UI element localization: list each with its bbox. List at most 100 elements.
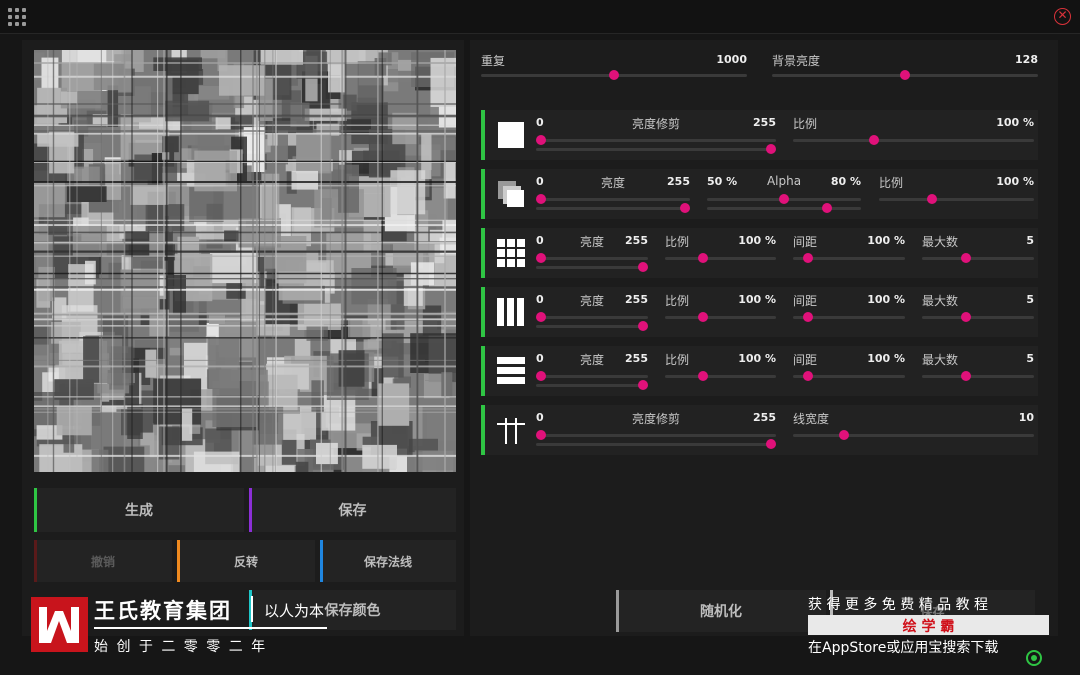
randomize-button[interactable]: 随机化 (616, 590, 826, 632)
range-slider-low-thumb[interactable] (536, 135, 546, 145)
range-slider-track-high[interactable] (536, 148, 776, 151)
slider-max-value: 255 (625, 293, 648, 306)
save-normal-button[interactable]: 保存法线 (320, 540, 456, 582)
slider-max-value: 255 (625, 234, 648, 247)
slider-track[interactable] (665, 257, 776, 260)
w-logo-icon (31, 597, 88, 652)
slider-track[interactable] (922, 316, 1034, 319)
slider-track[interactable] (922, 375, 1034, 378)
slider-max-value: 255 (753, 116, 776, 129)
slider-track[interactable] (793, 139, 1034, 142)
slider-max-value: 255 (667, 175, 690, 188)
company-name: 王氏教育集团 (94, 599, 232, 623)
range-slider-low-thumb[interactable] (779, 194, 789, 204)
slider-value: 5 (1026, 293, 1034, 306)
slider-value: 100 % (738, 293, 776, 306)
layer-enabled-indicator[interactable] (481, 287, 485, 337)
layer-enabled-indicator[interactable] (481, 405, 485, 455)
texture-preview-image (34, 50, 456, 472)
slider-max-value: 255 (753, 411, 776, 424)
bg-brightness-label: 背景亮度 (772, 54, 821, 68)
range-slider-track-low[interactable] (536, 375, 648, 378)
slider-thumb[interactable] (960, 371, 971, 381)
dot-grid-icon[interactable] (496, 238, 526, 268)
horizontal-bars-icon[interactable] (496, 356, 526, 386)
range-slider-low-thumb[interactable] (536, 253, 546, 263)
range-slider-high-thumb[interactable] (766, 144, 776, 154)
slider-track[interactable] (793, 434, 1034, 437)
generate-button[interactable]: 生成 (34, 488, 244, 532)
range-slider-track-high[interactable] (536, 207, 690, 210)
slider-track[interactable] (879, 198, 1034, 201)
save-button[interactable]: 保存 (249, 488, 456, 532)
repeat-slider-thumb[interactable] (609, 70, 619, 80)
slider-thumb[interactable] (926, 194, 937, 204)
range-slider-high-thumb[interactable] (638, 380, 648, 390)
watermark-underline (94, 627, 327, 629)
texture-preview (34, 50, 456, 472)
slider-max-value: 255 (625, 352, 648, 365)
layer-enabled-indicator[interactable] (481, 346, 485, 396)
range-slider-low-thumb[interactable] (536, 194, 546, 204)
range-slider-high-thumb[interactable] (638, 321, 648, 331)
range-slider-high-thumb[interactable] (680, 203, 690, 213)
grid-menu-icon[interactable] (8, 8, 26, 26)
layer-enabled-indicator[interactable] (481, 228, 485, 278)
layer-enabled-indicator[interactable] (481, 169, 485, 219)
randomize-button-label: 随机化 (700, 604, 742, 620)
invert-button-label: 反转 (233, 554, 258, 569)
bg-brightness-slider-thumb[interactable] (900, 70, 910, 80)
save-color-button-label: 保存颜色 (324, 603, 381, 619)
range-slider-track-high[interactable] (536, 325, 648, 328)
stacked-squares-icon[interactable] (496, 179, 526, 209)
range-slider-track-low[interactable] (536, 316, 648, 319)
square-icon[interactable] (496, 120, 526, 150)
range-slider-track-low[interactable] (536, 434, 776, 437)
slider-value: 100 % (738, 234, 776, 247)
undo-button-label: 撤销 (90, 554, 115, 569)
slider-thumb[interactable] (960, 253, 971, 263)
range-slider-low-thumb[interactable] (536, 312, 546, 322)
range-slider-track-high[interactable] (707, 207, 861, 210)
range-slider-high-thumb[interactable] (638, 262, 648, 272)
slider-value: 100 % (867, 293, 905, 306)
slider-value: 5 (1026, 352, 1034, 365)
range-slider-low-thumb[interactable] (536, 430, 546, 440)
save-normal-button-label: 保存法线 (363, 554, 412, 569)
promo-line-3: 在AppStore或应用宝搜索下载 (808, 640, 999, 656)
save-button-label: 保存 (338, 503, 367, 519)
bg-brightness-value: 128 (1015, 53, 1038, 66)
vertical-bars-icon[interactable] (496, 297, 526, 327)
range-slider-high-thumb[interactable] (766, 439, 776, 449)
slider-track[interactable] (922, 257, 1034, 260)
slider-value: 100 % (996, 116, 1034, 129)
range-slider-low-thumb[interactable] (536, 371, 546, 381)
range-slider-track-low[interactable] (536, 198, 690, 201)
range-slider-track-high[interactable] (536, 384, 648, 387)
undo-button[interactable]: 撤销 (34, 540, 172, 582)
repeat-label: 重复 (481, 54, 506, 68)
slider-value: 100 % (867, 352, 905, 365)
slider-value: 5 (1026, 234, 1034, 247)
slider-track[interactable] (665, 375, 776, 378)
slider-value: 10 (1018, 411, 1034, 424)
range-slider-track-low[interactable] (536, 139, 776, 142)
range-slider-track-low[interactable] (536, 257, 648, 260)
slider-thumb[interactable] (960, 312, 971, 322)
close-icon[interactable]: ✕ (1054, 8, 1071, 25)
repeat-value: 1000 (716, 53, 747, 66)
layer-enabled-indicator[interactable] (481, 110, 485, 160)
lines-icon[interactable] (496, 415, 526, 445)
watermark-divider (251, 596, 253, 622)
slider-value: 100 % (738, 352, 776, 365)
slider-track[interactable] (665, 316, 776, 319)
invert-button[interactable]: 反转 (177, 540, 315, 582)
founded-text: 始 创 于 二 零 零 二 年 (94, 639, 268, 655)
range-slider-track-high[interactable] (536, 443, 776, 446)
title-bar (0, 0, 1080, 34)
promo-brand: 绘 学 霸 (902, 619, 955, 635)
range-slider-track-high[interactable] (536, 266, 648, 269)
company-slogan: 以人为本 (264, 602, 325, 620)
target-icon (1026, 650, 1042, 666)
generate-button-label: 生成 (125, 503, 153, 519)
